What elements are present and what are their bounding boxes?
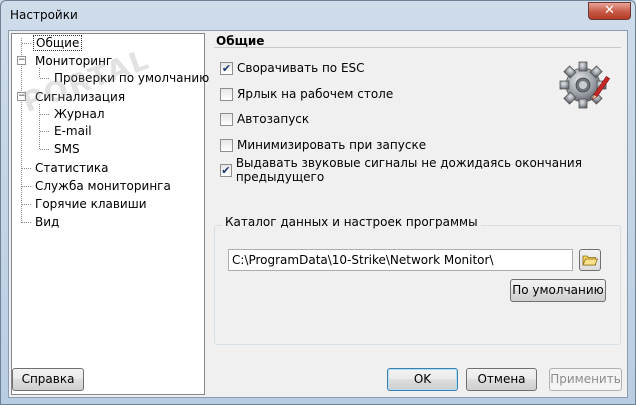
tree-item-label: Журнал bbox=[54, 107, 105, 121]
checkbox-box[interactable]: ✔ bbox=[220, 163, 232, 177]
data-folder-legend: Каталог данных и настроек программы bbox=[222, 215, 481, 229]
settings-tree[interactable]: − − Общие Мониторинг Проверки по умолчан… bbox=[11, 33, 209, 395]
tree-line bbox=[22, 186, 31, 187]
tree-item-label: Мониторинг bbox=[35, 54, 113, 68]
open-folder-icon bbox=[582, 255, 599, 266]
checkbox-box[interactable] bbox=[220, 87, 233, 101]
tree-line bbox=[39, 68, 40, 77]
checkbox-label: Минимизировать при запуске bbox=[237, 138, 427, 152]
tree-item-sms[interactable]: SMS bbox=[52, 141, 82, 157]
ok-button[interactable]: OK bbox=[387, 368, 458, 391]
tree-item-label: Проверки по умолчанию bbox=[54, 71, 210, 85]
checkbox-desktop-shortcut[interactable]: Ярлык на рабочем столе bbox=[220, 86, 393, 102]
checkbox-minimize-on-start[interactable]: Минимизировать при запуске bbox=[220, 137, 426, 153]
reset-default-path-button[interactable]: По умолчанию bbox=[510, 279, 606, 302]
settings-gear-icon bbox=[556, 55, 614, 113]
tree-line bbox=[22, 222, 31, 223]
cancel-button[interactable]: Отмена bbox=[466, 368, 537, 391]
close-button[interactable]: ✕ bbox=[588, 2, 631, 20]
tree-item-log[interactable]: Журнал bbox=[52, 106, 107, 122]
checkbox-label: Сворачивать по ESC bbox=[237, 61, 365, 75]
checkbox-box[interactable] bbox=[220, 138, 233, 152]
window-title: Настройки bbox=[10, 8, 78, 22]
tree-item-label: Общие bbox=[33, 35, 83, 51]
panel-divider bbox=[214, 47, 621, 48]
checkbox-box[interactable]: ✔ bbox=[220, 61, 233, 75]
collapse-icon[interactable]: − bbox=[17, 56, 26, 65]
tree-line bbox=[22, 43, 31, 44]
checkbox-label: Автозапуск bbox=[237, 112, 310, 126]
checkbox-box[interactable] bbox=[220, 112, 233, 126]
tree-item-label: Горячие клавиши bbox=[35, 197, 147, 211]
data-folder-path-input[interactable]: C:\ProgramData\10-Strike\Network Monitor… bbox=[228, 249, 573, 271]
general-settings-panel: Общие ✔ Сворачивать по ESC Ярлык на рабо… bbox=[206, 31, 627, 355]
tree-line bbox=[39, 104, 40, 149]
panel-title: Общие bbox=[216, 34, 265, 48]
help-button[interactable]: Справка bbox=[12, 368, 84, 391]
tree-line bbox=[40, 78, 49, 79]
tree-line bbox=[40, 114, 49, 115]
checkbox-label: Ярлык на рабочем столе bbox=[237, 87, 394, 101]
tree-item-monitoring-service[interactable]: Служба мониторинга bbox=[33, 178, 173, 194]
tree-item-monitoring[interactable]: Мониторинг bbox=[33, 53, 114, 69]
tree-item-statistics[interactable]: Статистика bbox=[33, 160, 111, 176]
tree-line bbox=[40, 131, 49, 132]
tree-item-label: Сигнализация bbox=[35, 90, 126, 104]
tree-line bbox=[40, 149, 49, 150]
title-bar: Настройки ✕ bbox=[1, 1, 635, 31]
tree-item-email[interactable]: E-mail bbox=[52, 123, 94, 139]
checkbox-minimize-esc[interactable]: ✔ Сворачивать по ESC bbox=[220, 60, 365, 76]
checkbox-label: Выдавать звуковые сигналы не дожидаясь о… bbox=[235, 156, 582, 184]
checkbox-autostart[interactable]: Автозапуск bbox=[220, 111, 309, 127]
tree-item-label: SMS bbox=[54, 142, 80, 156]
tree-item-view[interactable]: Вид bbox=[33, 214, 61, 230]
dialog-body: − − Общие Мониторинг Проверки по умолчан… bbox=[8, 30, 628, 398]
checkbox-sound-signals[interactable]: ✔ Выдавать звуковые сигналы не дожидаясь… bbox=[220, 156, 627, 184]
browse-folder-button[interactable] bbox=[579, 249, 601, 271]
tree-line bbox=[21, 38, 22, 223]
tree-item-alerts[interactable]: Сигнализация bbox=[33, 89, 127, 105]
tree-item-hotkeys[interactable]: Горячие клавиши bbox=[33, 196, 149, 212]
tree-line bbox=[22, 204, 31, 205]
tree-item-label: Вид bbox=[35, 215, 60, 229]
settings-window: Настройки ✕ − − Общие Мониторинг Проверк… bbox=[0, 0, 636, 405]
tree-item-label: Служба мониторинга bbox=[35, 179, 171, 193]
tree-item-label: Статистика bbox=[35, 161, 109, 175]
tree-item-default-checks[interactable]: Проверки по умолчанию bbox=[52, 70, 211, 86]
collapse-icon[interactable]: − bbox=[17, 92, 26, 101]
tree-line bbox=[22, 168, 31, 169]
tree-item-general[interactable]: Общие bbox=[33, 35, 83, 51]
tree-item-label: E-mail bbox=[54, 124, 92, 138]
apply-button[interactable]: Применить bbox=[549, 368, 622, 391]
